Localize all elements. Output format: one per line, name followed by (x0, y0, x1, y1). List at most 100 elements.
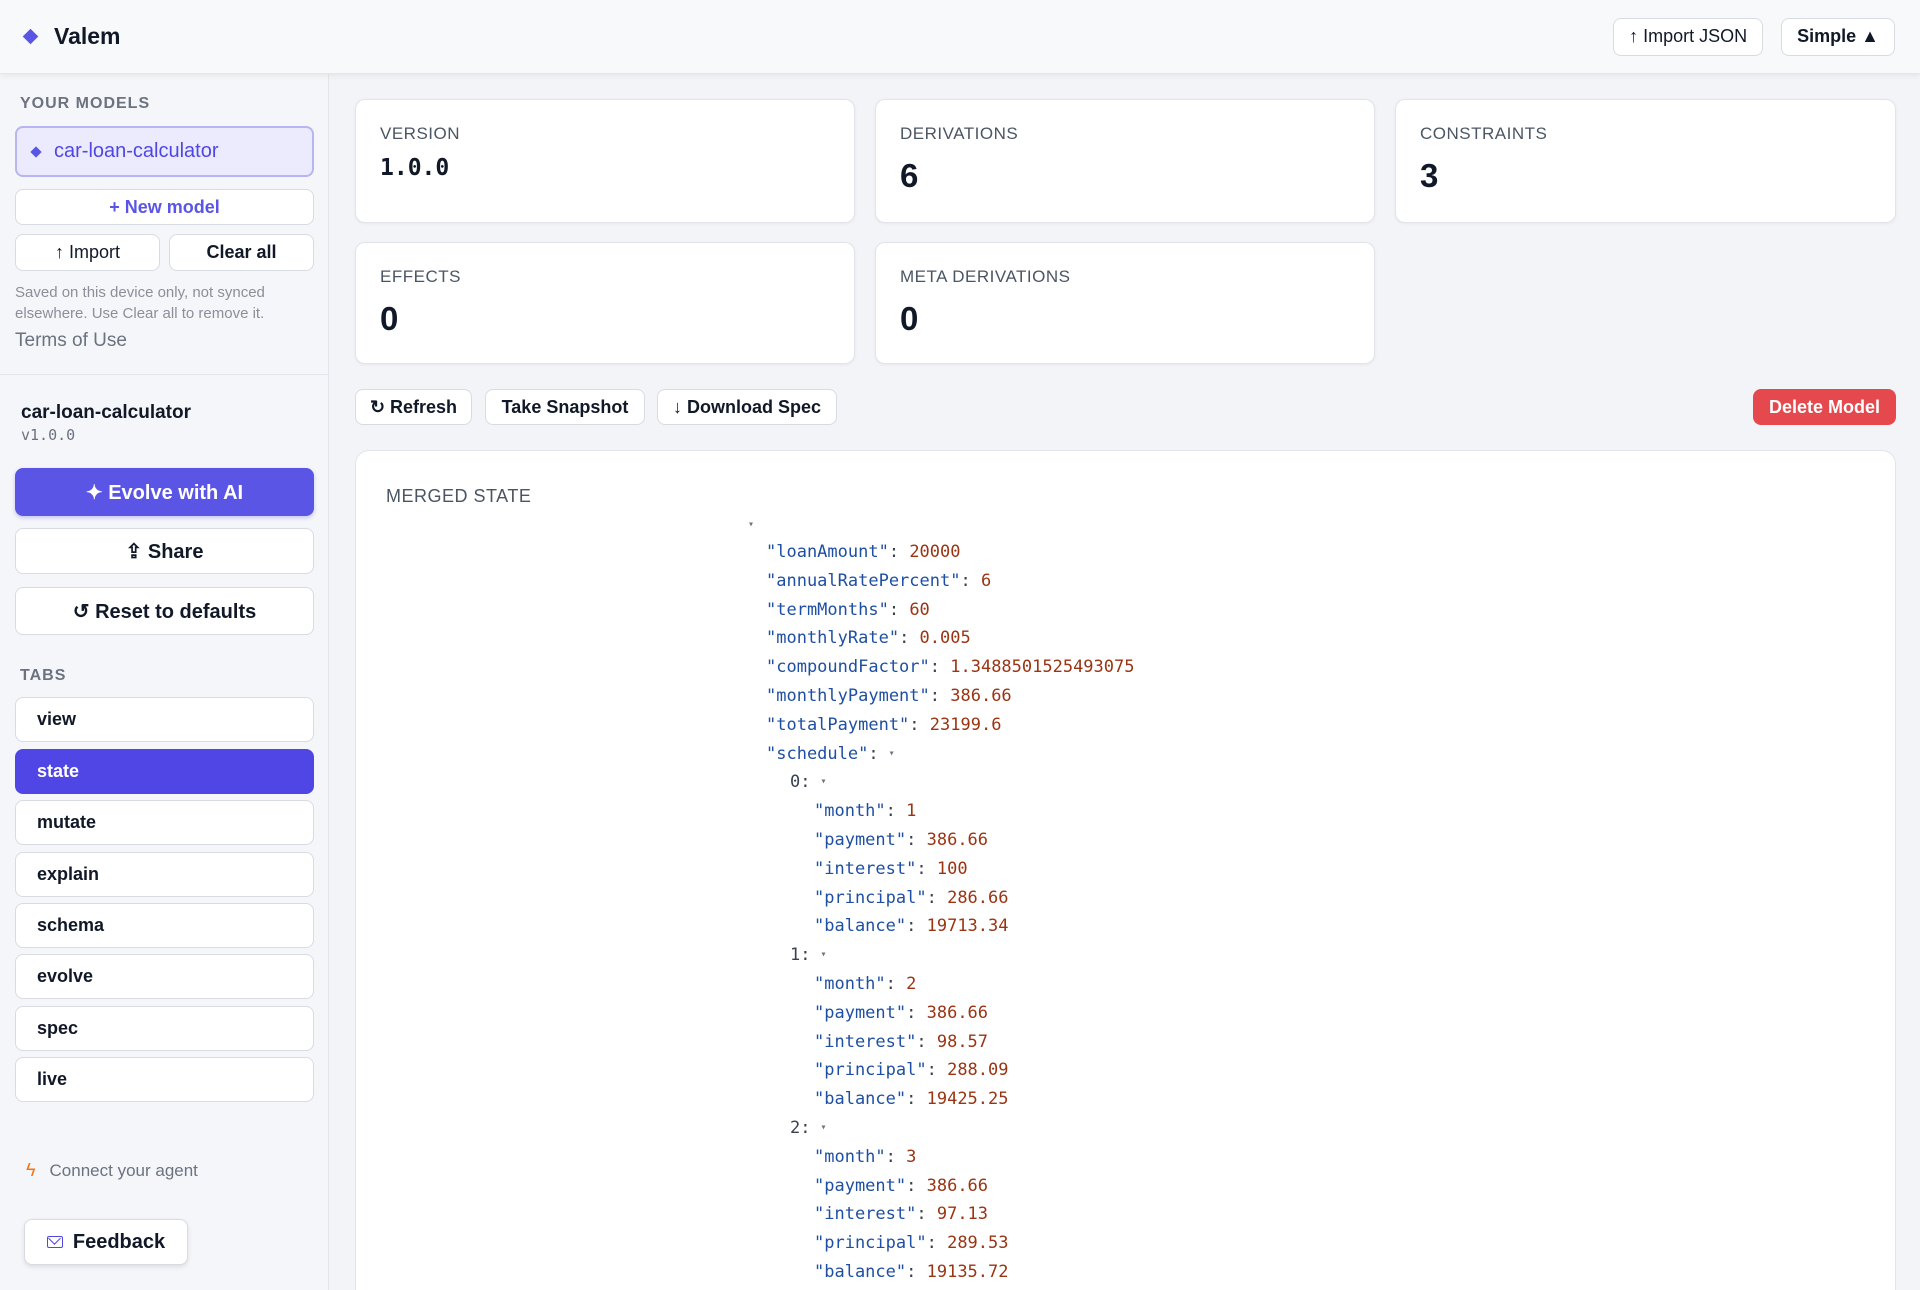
json-value: 386.66 (926, 1176, 989, 1196)
json-field: "annualRatePercent": 6 (766, 571, 992, 591)
stat-value: 6 (900, 157, 919, 194)
json-key: "loanAmount" (766, 542, 889, 562)
sidebar: YOUR MODELS car-loan-calculator + New mo… (0, 74, 329, 1290)
tab-mutate[interactable]: mutate (15, 800, 314, 845)
json-schedule: "schedule": ▾ (766, 743, 895, 765)
tabs-heading: TABS (20, 667, 67, 684)
reset-to-defaults-button[interactable]: ↺ Reset to defaults (15, 587, 314, 635)
json-value: 19713.34 (926, 916, 1009, 936)
json-field: "principal": 286.66 (814, 888, 1009, 908)
evolve-with-ai-button[interactable]: ✦ Evolve with AI (15, 468, 314, 516)
tab-live[interactable]: live (15, 1057, 314, 1102)
json-key: "payment" (814, 1176, 907, 1196)
json-array-index: 0: ▾ (790, 771, 827, 793)
delete-model-button[interactable]: Delete Model (1753, 389, 1896, 425)
header-actions: ↑ Import JSON Simple ▲ (1613, 17, 1895, 56)
json-value: 1 (906, 801, 917, 821)
json-value: 286.66 (947, 888, 1009, 908)
json-field: "month": 2 (814, 974, 917, 994)
json-field: "interest": 100 (814, 859, 968, 879)
app-title: Valem (54, 23, 121, 49)
json-key: "interest" (814, 859, 917, 879)
mail-icon (46, 1236, 63, 1248)
json-value: 6 (980, 571, 992, 591)
tab-state[interactable]: state (15, 749, 314, 794)
json-key: "month" (814, 974, 886, 994)
stat-card-derivations: DERIVATIONS 6 (875, 99, 1375, 223)
json-key: "compoundFactor" (766, 657, 930, 677)
json-value: 19425.25 (926, 1089, 1009, 1109)
json-field: "month": 1 (814, 801, 917, 821)
mode-toggle-button[interactable]: Simple ▲ (1781, 17, 1895, 56)
json-key: "payment" (814, 1003, 907, 1023)
merged-state-title: MERGED STATE (386, 486, 532, 506)
download-spec-button[interactable]: ↓ Download Spec (657, 389, 837, 425)
json-value: 20000 (909, 542, 961, 562)
stat-value: 0 (380, 300, 399, 337)
stat-label: EFFECTS (380, 267, 461, 286)
json-value: 1.3488501525493075 (950, 657, 1135, 677)
stat-card-version: VERSION 1.0.0 (355, 99, 855, 223)
json-key: "balance" (814, 1089, 907, 1109)
json-field: "termMonths": 60 (766, 600, 930, 620)
json-value: 100 (936, 859, 968, 879)
json-field: "monthlyPayment": 386.66 (766, 686, 1012, 706)
json-key: "principal" (814, 888, 927, 908)
top-header: Valem ↑ Import JSON Simple ▲ (0, 0, 1920, 74)
json-value: 386.66 (926, 830, 989, 850)
array-index: 2 (790, 1118, 801, 1138)
json-field: "balance": 19425.25 (814, 1089, 1009, 1109)
model-item-label: car-loan-calculator (54, 140, 219, 162)
feedback-button[interactable]: Feedback (24, 1219, 188, 1265)
json-field: "payment": 386.66 (814, 1003, 989, 1023)
item-collapse-caret[interactable]: ▾ (821, 771, 827, 793)
json-key: "annualRatePercent" (766, 571, 961, 591)
json-value: 2 (906, 974, 917, 994)
stat-value: 0 (900, 300, 919, 337)
merged-state-panel: MERGED STATE ▾ "loanAmount": 20000 "annual… (355, 450, 1896, 1290)
stat-card-constraints: CONSTRAINTS 3 (1395, 99, 1896, 223)
connect-agent-link[interactable]: ϟ Connect your agent (26, 1160, 198, 1181)
json-field: "interest": 97.13 (814, 1204, 989, 1224)
json-field: "payment": 386.66 (814, 1176, 989, 1196)
json-key: "balance" (814, 916, 907, 936)
schedule-collapse-caret[interactable]: ▾ (889, 743, 895, 765)
json-key: "balance" (814, 1262, 907, 1282)
stat-value: 3 (1420, 157, 1439, 194)
share-button[interactable]: ⇪ Share (15, 528, 314, 574)
json-field: "principal": 288.09 (814, 1060, 1009, 1080)
json-field: "interest": 98.57 (814, 1032, 989, 1052)
item-collapse-caret[interactable]: ▾ (821, 1117, 827, 1139)
json-field: "totalPayment": 23199.6 (766, 715, 1002, 735)
model-item-car-loan-calculator[interactable]: car-loan-calculator (15, 126, 314, 177)
tab-explain[interactable]: explain (15, 852, 314, 897)
bolt-icon: ϟ (26, 1160, 36, 1180)
json-key: "month" (814, 801, 886, 821)
stat-label: DERIVATIONS (900, 124, 1019, 143)
tab-view[interactable]: view (15, 697, 314, 742)
array-index: 0 (790, 772, 801, 792)
tab-spec[interactable]: spec (15, 1006, 314, 1051)
clear-all-button[interactable]: Clear all (169, 234, 314, 271)
stat-label: VERSION (380, 124, 461, 143)
item-collapse-caret[interactable]: ▾ (821, 944, 827, 966)
tab-schema[interactable]: schema (15, 903, 314, 948)
take-snapshot-button[interactable]: Take Snapshot (485, 389, 645, 425)
terms-link[interactable]: Terms of Use (15, 330, 127, 352)
import-json-button[interactable]: ↑ Import JSON (1613, 17, 1764, 56)
json-key: "monthlyPayment" (766, 686, 930, 706)
import-button[interactable]: ↑ Import (15, 234, 160, 271)
stat-label: CONSTRAINTS (1420, 124, 1548, 143)
json-key: "month" (814, 1147, 886, 1167)
json-value: 19135.72 (926, 1262, 1009, 1282)
json-value: 3 (906, 1147, 917, 1167)
new-model-button[interactable]: + New model (15, 189, 314, 225)
json-field: "compoundFactor": 1.3488501525493075 (766, 657, 1135, 677)
current-model-version: v1.0.0 (21, 426, 76, 444)
sidebar-divider (0, 374, 329, 375)
json-value: 386.66 (926, 1003, 989, 1023)
tab-evolve[interactable]: evolve (15, 954, 314, 999)
refresh-button[interactable]: ↻ Refresh (355, 389, 472, 425)
root-collapse-caret[interactable]: ▾ (748, 514, 754, 536)
json-key: "interest" (814, 1204, 917, 1224)
